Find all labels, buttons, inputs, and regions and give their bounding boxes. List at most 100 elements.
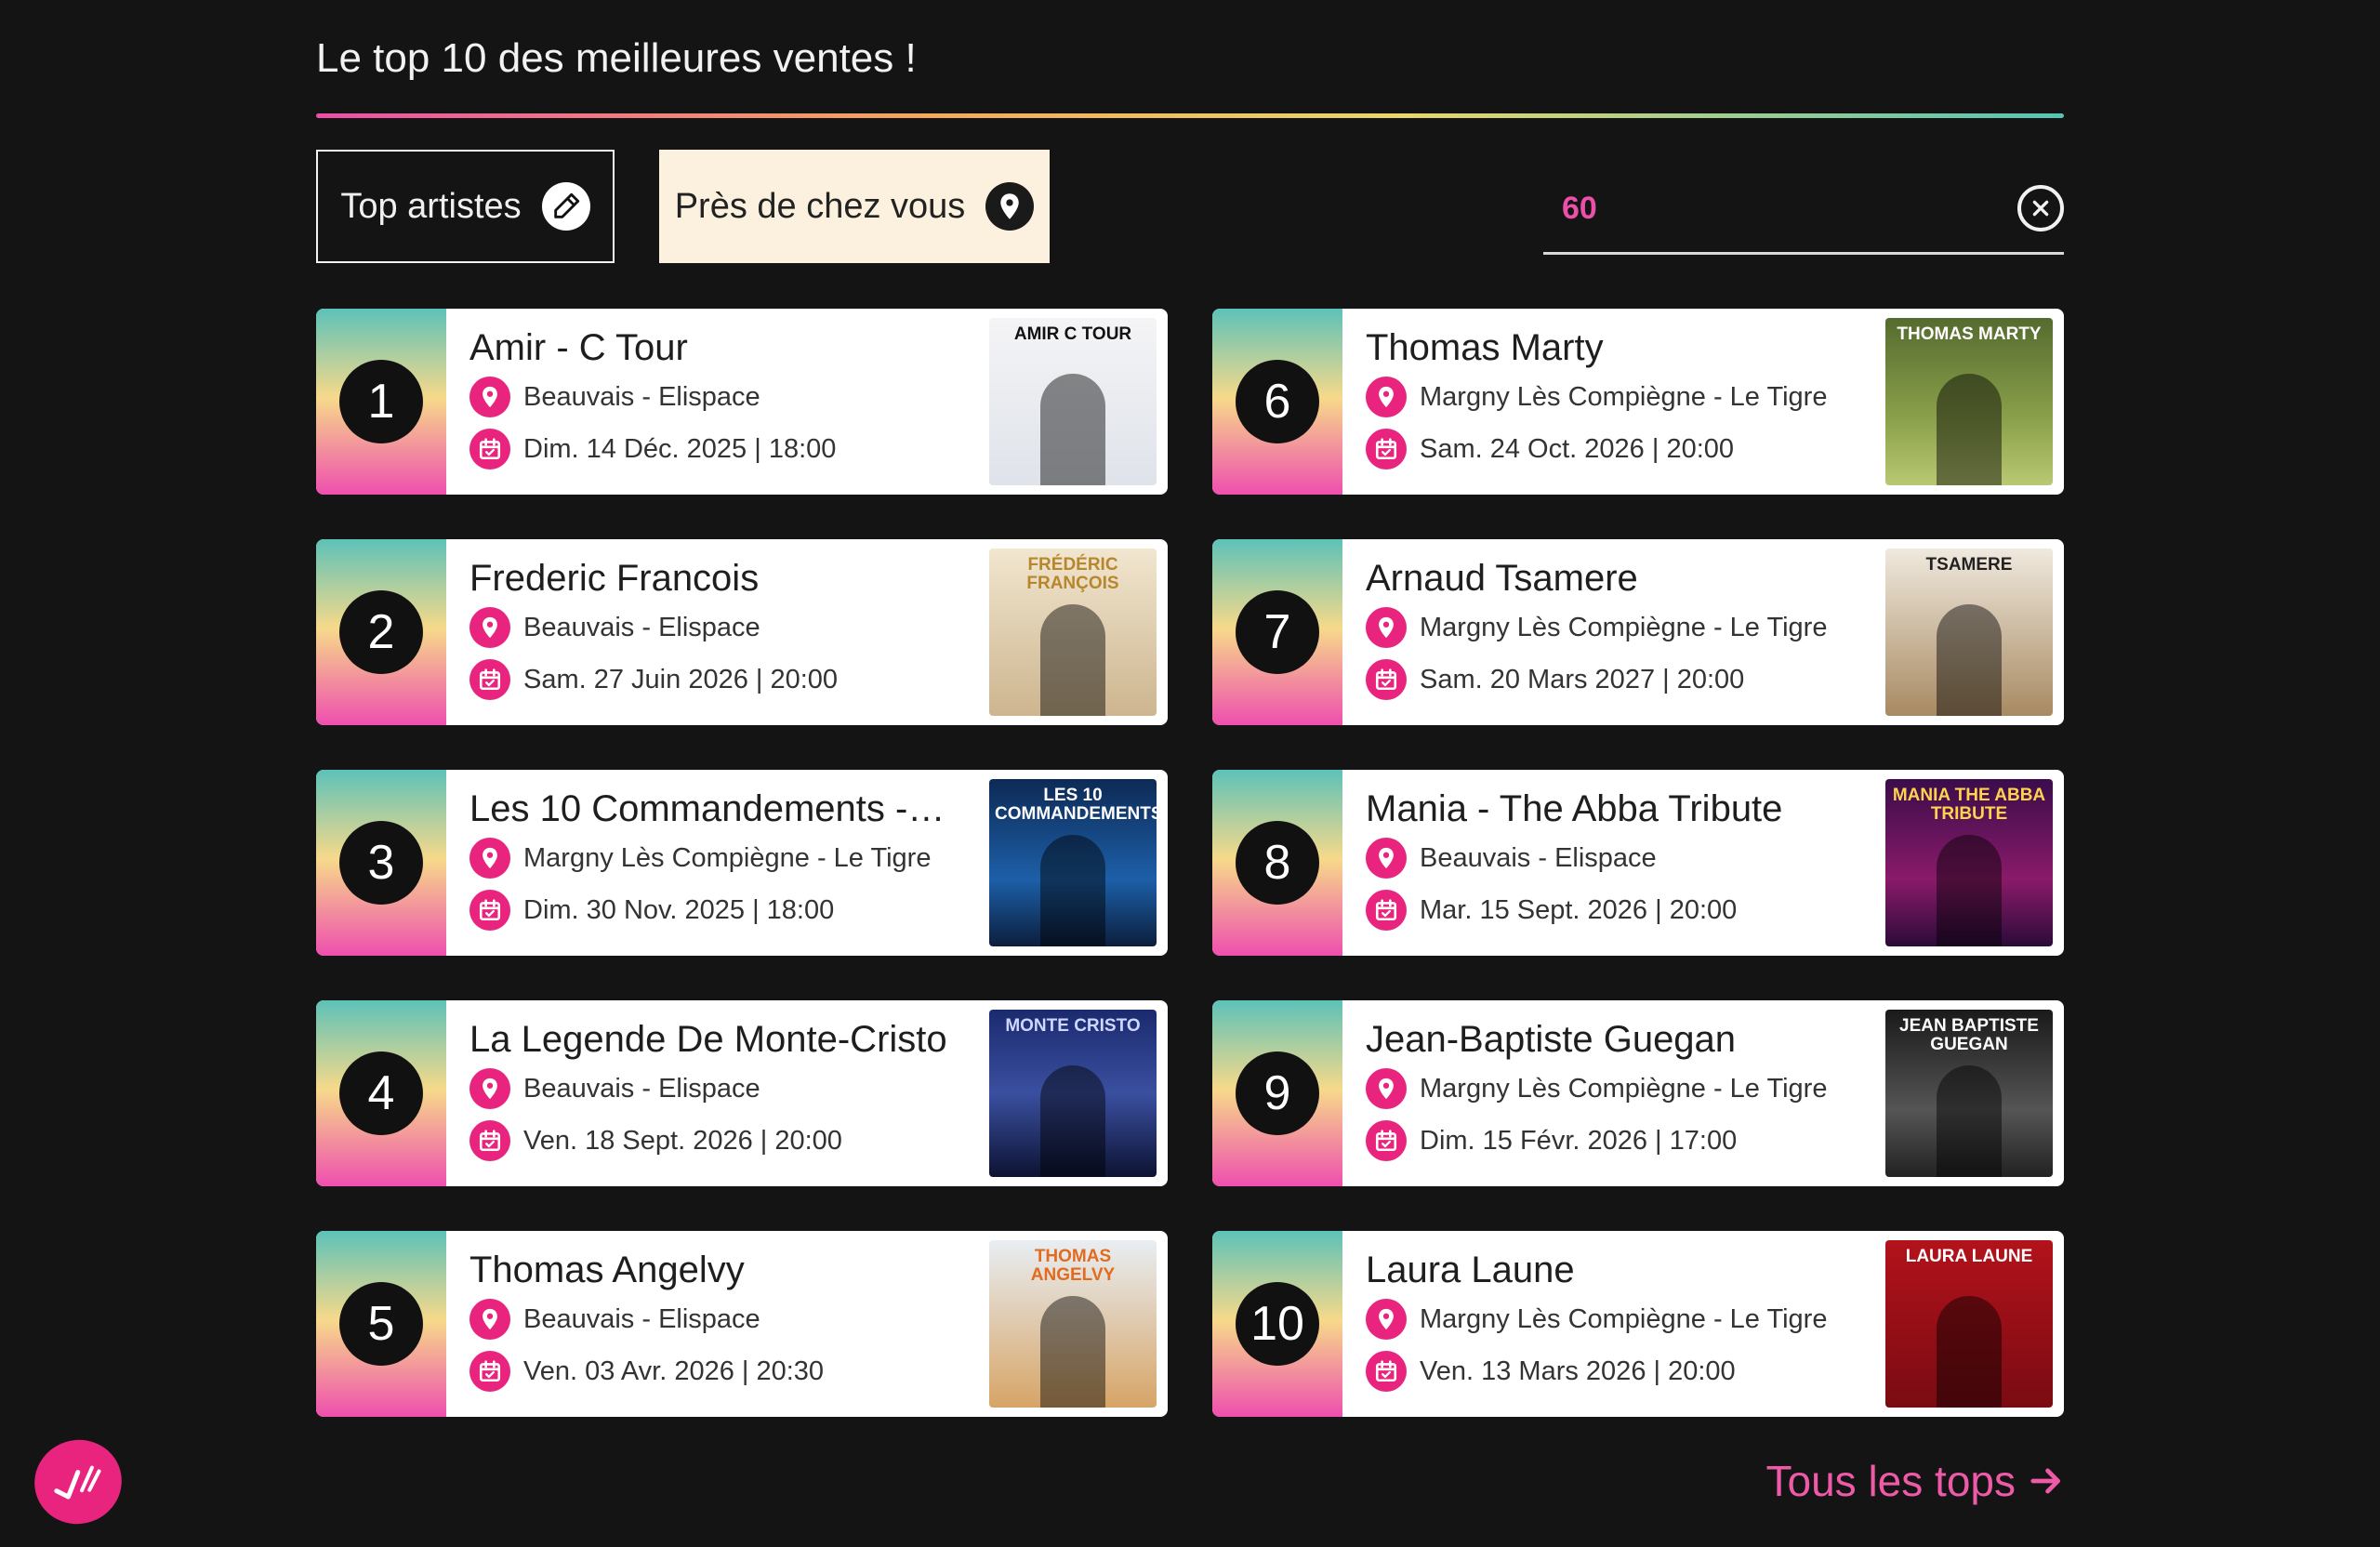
event-date-row: Mar. 15 Sept. 2026 | 20:00 — [1366, 890, 1737, 931]
event-poster[interactable]: TSAMERE — [1885, 549, 2053, 716]
event-venue-row: Margny Lès Compiègne - Le Tigre — [1366, 1299, 1827, 1340]
event-date-row: Ven. 18 Sept. 2026 | 20:00 — [469, 1120, 842, 1161]
event-card[interactable]: 1 Amir - C Tour Beauvais - Elispace Dim. 14… — [316, 309, 1168, 495]
all-tops-link[interactable]: Tous les tops — [1766, 1456, 2064, 1506]
event-date: Ven. 18 Sept. 2026 | 20:00 — [523, 1125, 842, 1156]
event-date-row: Dim. 15 Févr. 2026 | 17:00 — [1366, 1120, 1737, 1161]
rank-badge: 10 — [1212, 1231, 1342, 1417]
location-pin-icon — [469, 1068, 510, 1109]
calendar-check-icon — [469, 1351, 510, 1392]
event-title[interactable]: La Legende De Monte-Cristo — [469, 1019, 990, 1061]
poster-figure — [1040, 604, 1105, 716]
event-date-row: Sam. 20 Mars 2027 | 20:00 — [1366, 659, 1744, 700]
event-poster[interactable]: JEAN BAPTISTE GUEGAN — [1885, 1010, 2053, 1177]
rank-number: 3 — [339, 821, 423, 905]
event-title[interactable]: Arnaud Tsamere — [1366, 558, 1886, 600]
event-card[interactable]: 9 Jean-Baptiste Guegan Margny Lès Compiègn… — [1212, 1000, 2064, 1186]
event-poster[interactable]: LAURA LAUNE — [1885, 1240, 2053, 1408]
event-title[interactable]: Frederic Francois — [469, 558, 990, 600]
event-date: Sam. 24 Oct. 2026 | 20:00 — [1420, 433, 1735, 464]
event-venue: Margny Lès Compiègne - Le Tigre — [1420, 1073, 1828, 1104]
arrow-right-icon — [2030, 1468, 2061, 1494]
event-venue: Margny Lès Compiègne - Le Tigre — [1420, 381, 1828, 412]
event-venue: Beauvais - Elispace — [523, 1073, 760, 1104]
location-pin-icon — [469, 607, 510, 648]
event-date: Dim. 15 Févr. 2026 | 17:00 — [1420, 1125, 1738, 1156]
event-poster[interactable]: FRÉDÉRIC FRANÇOIS — [989, 549, 1157, 716]
event-venue-row: Margny Lès Compiègne - Le Tigre — [1366, 1068, 1827, 1109]
calendar-check-icon — [1366, 890, 1407, 931]
event-venue: Beauvais - Elispace — [523, 381, 760, 412]
event-venue: Beauvais - Elispace — [1420, 842, 1657, 873]
event-venue-row: Margny Lès Compiègne - Le Tigre — [1366, 377, 1827, 417]
top-artists-label: Top artistes — [340, 186, 522, 226]
event-poster[interactable]: MANIA THE ABBA TRIBUTE — [1885, 779, 2053, 946]
event-venue: Beauvais - Elispace — [523, 1303, 760, 1334]
event-date-row: Sam. 24 Oct. 2026 | 20:00 — [1366, 429, 1734, 469]
poster-figure — [1937, 835, 2002, 946]
event-title[interactable]: Laura Laune — [1366, 1250, 1886, 1291]
near-you-label: Près de chez vous — [674, 186, 966, 226]
event-card[interactable]: 3 Les 10 Commandements -… Margny Lès Compi… — [316, 770, 1168, 956]
event-card[interactable]: 2 Frederic Francois Beauvais - Elispace Sam… — [316, 539, 1168, 725]
poster-text: THOMAS MARTY — [1897, 324, 2042, 344]
top-artists-button[interactable]: Top artistes — [316, 150, 615, 263]
rank-number: 1 — [339, 360, 423, 443]
event-venue-row: Beauvais - Elispace — [469, 1068, 760, 1109]
event-date: Dim. 14 Déc. 2025 | 18:00 — [523, 433, 837, 464]
event-venue-row: Beauvais - Elispace — [469, 607, 760, 648]
location-input[interactable] — [1562, 180, 1971, 236]
rank-number: 9 — [1236, 1051, 1319, 1135]
accessibility-fab[interactable] — [23, 1428, 133, 1536]
poster-figure — [1937, 1296, 2002, 1408]
event-venue-row: Beauvais - Elispace — [469, 377, 760, 417]
location-pin-icon — [1366, 1299, 1407, 1340]
location-search — [1543, 169, 2064, 255]
clear-icon[interactable] — [2017, 185, 2064, 231]
event-title[interactable]: Thomas Angelvy — [469, 1250, 990, 1291]
event-title[interactable]: Thomas Marty — [1366, 327, 1886, 369]
poster-text: MONTE CRISTO — [1005, 1016, 1141, 1036]
event-venue-row: Beauvais - Elispace — [1366, 838, 1657, 879]
poster-figure — [1937, 1065, 2002, 1177]
event-card[interactable]: 7 Arnaud Tsamere Margny Lès Compiègne - Le… — [1212, 539, 2064, 725]
event-title[interactable]: Mania - The Abba Tribute — [1366, 788, 1886, 830]
poster-figure — [1040, 1296, 1105, 1408]
event-card[interactable]: 4 La Legende De Monte-Cristo Beauvais - El… — [316, 1000, 1168, 1186]
event-poster[interactable]: AMIR C TOUR — [989, 318, 1157, 485]
poster-figure — [1040, 374, 1105, 485]
poster-figure — [1937, 604, 2002, 716]
event-title[interactable]: Amir - C Tour — [469, 327, 990, 369]
event-poster[interactable]: LES 10 COMMANDEMENTS — [989, 779, 1157, 946]
calendar-check-icon — [469, 890, 510, 931]
near-you-button[interactable]: Près de chez vous — [659, 150, 1050, 263]
event-date: Ven. 13 Mars 2026 | 20:00 — [1420, 1355, 1736, 1386]
pencil-icon — [541, 182, 590, 231]
event-title[interactable]: Les 10 Commandements -… — [469, 788, 990, 830]
event-date: Mar. 15 Sept. 2026 | 20:00 — [1420, 894, 1738, 925]
rank-badge: 5 — [316, 1231, 446, 1417]
event-poster[interactable]: THOMAS MARTY — [1885, 318, 2053, 485]
event-venue: Margny Lès Compiègne - Le Tigre — [1420, 612, 1828, 642]
event-date-row: Dim. 30 Nov. 2025 | 18:00 — [469, 890, 834, 931]
poster-text: FRÉDÉRIC FRANÇOIS — [1026, 555, 1119, 593]
event-venue-row: Margny Lès Compiègne - Le Tigre — [1366, 607, 1827, 648]
all-tops-label: Tous les tops — [1765, 1457, 2016, 1505]
poster-text: AMIR C TOUR — [1013, 324, 1132, 344]
event-card[interactable]: 10 Laura Laune Margny Lès Compiègne - Le T… — [1212, 1231, 2064, 1417]
check-marks-icon — [54, 1465, 101, 1500]
rank-badge: 7 — [1212, 539, 1342, 725]
event-card[interactable]: 8 Mania - The Abba Tribute Beauvais - Elis… — [1212, 770, 2064, 956]
event-card[interactable]: 5 Thomas Angelvy Beauvais - Elispace Ven. 0… — [316, 1231, 1168, 1417]
poster-text: THOMAS ANGELVY — [1030, 1247, 1116, 1285]
poster-figure — [1937, 374, 2002, 485]
event-poster[interactable]: MONTE CRISTO — [989, 1010, 1157, 1177]
rank-number: 2 — [339, 590, 423, 674]
poster-text: TSAMERE — [1925, 555, 2013, 575]
event-poster[interactable]: THOMAS ANGELVY — [989, 1240, 1157, 1408]
event-date-row: Sam. 27 Juin 2026 | 20:00 — [469, 659, 838, 700]
event-venue: Margny Lès Compiègne - Le Tigre — [523, 842, 932, 873]
event-title[interactable]: Jean-Baptiste Guegan — [1366, 1019, 1886, 1061]
location-pin-icon — [1366, 377, 1407, 417]
event-card[interactable]: 6 Thomas Marty Margny Lès Compiègne - Le T… — [1212, 309, 2064, 495]
